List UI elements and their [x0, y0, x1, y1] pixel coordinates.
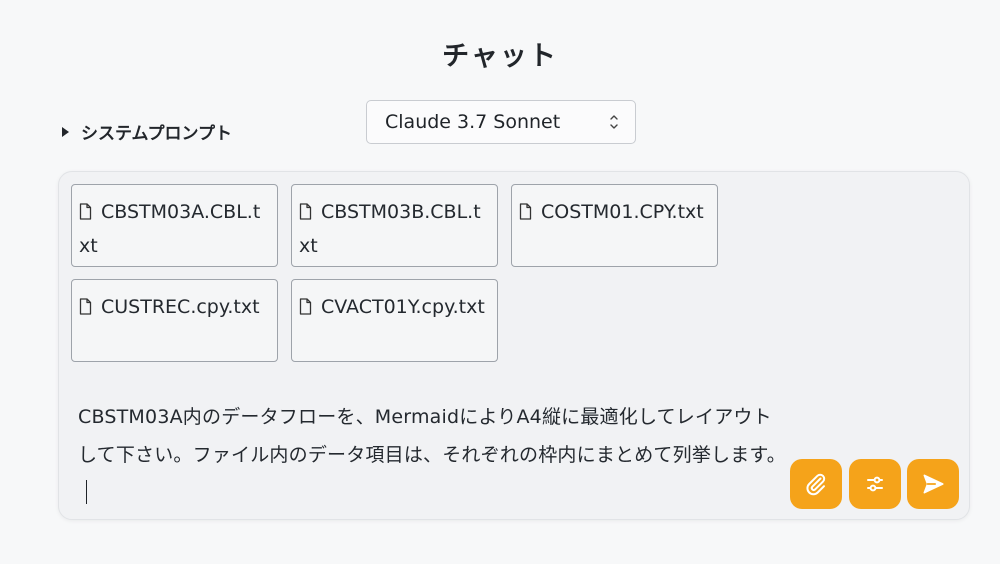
- sliders-icon: [867, 476, 883, 492]
- send-button[interactable]: [907, 459, 959, 509]
- attachment-chip[interactable]: CUSTREC.cpy.txt: [71, 279, 278, 362]
- attachment-name: CVACT01Y.cpy.txt: [321, 296, 485, 318]
- attachment-chip[interactable]: CBSTM03A.CBL.txt: [71, 184, 278, 267]
- attachment-name: CUSTREC.cpy.txt: [101, 296, 260, 318]
- system-prompt-label: システムプロンプト: [81, 124, 232, 144]
- file-icon: [79, 298, 92, 315]
- file-icon: [299, 298, 312, 315]
- file-icon: [79, 203, 92, 220]
- page-title: チャット: [442, 41, 558, 72]
- message-text: CBSTM03A内のデータフローを、MermaidによりA4縦に最適化してレイア…: [78, 406, 786, 466]
- model-select[interactable]: Claude 3.7 Sonnet: [366, 100, 636, 144]
- text-caret: [86, 480, 87, 504]
- system-prompt-toggle[interactable]: システムプロンプト: [62, 119, 232, 144]
- attachment-chip[interactable]: CVACT01Y.cpy.txt: [291, 279, 498, 362]
- send-icon: [923, 474, 944, 494]
- caret-right-icon: [62, 126, 69, 137]
- paperclip-icon: [806, 473, 826, 496]
- select-arrows-icon: [610, 115, 618, 129]
- attachment-chip[interactable]: CBSTM03B.CBL.txt: [291, 184, 498, 267]
- file-icon: [519, 203, 532, 220]
- chat-composer: CBSTM03A.CBL.txt CBSTM03B.CBL.txt COSTM0…: [58, 171, 970, 520]
- settings-button[interactable]: [849, 459, 901, 509]
- file-icon: [299, 203, 312, 220]
- attach-button[interactable]: [790, 459, 842, 509]
- attachment-name: CBSTM03B.CBL.txt: [299, 201, 481, 257]
- model-select-value: Claude 3.7 Sonnet: [385, 111, 561, 133]
- message-input[interactable]: CBSTM03A内のデータフローを、MermaidによりA4縦に最適化してレイア…: [78, 398, 788, 512]
- attachment-name: COSTM01.CPY.txt: [541, 201, 704, 223]
- attachment-name: CBSTM03A.CBL.txt: [79, 201, 261, 257]
- attachment-chip[interactable]: COSTM01.CPY.txt: [511, 184, 718, 267]
